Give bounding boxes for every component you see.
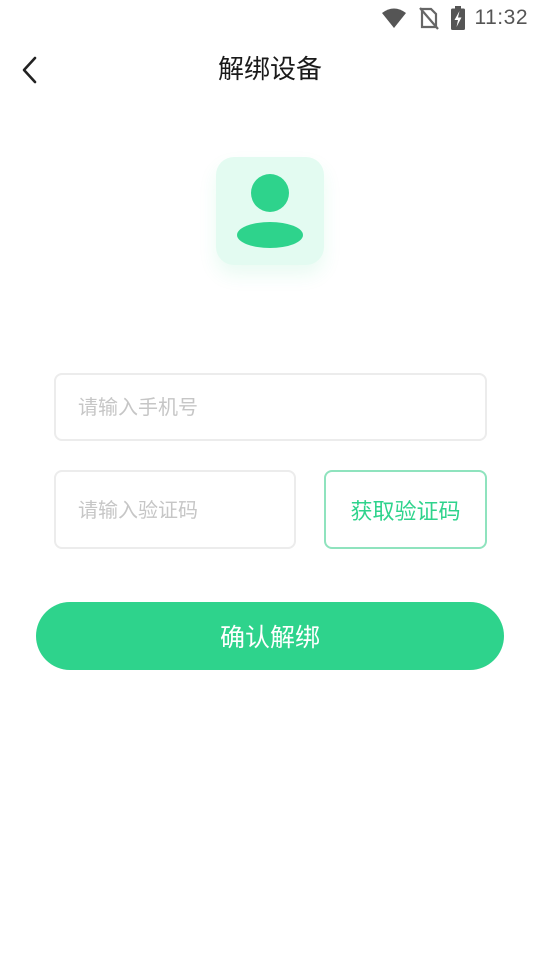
user-avatar-icon bbox=[216, 157, 324, 265]
code-field bbox=[54, 470, 296, 549]
phone-input[interactable] bbox=[56, 375, 485, 439]
wifi-icon bbox=[381, 7, 407, 29]
status-icons: 11:32 bbox=[381, 4, 529, 32]
phone-field bbox=[54, 373, 487, 441]
avatar bbox=[216, 157, 324, 265]
get-code-button[interactable]: 获取验证码 bbox=[324, 470, 487, 549]
status-bar: 11:32 bbox=[0, 0, 540, 36]
battery-charging-icon bbox=[450, 6, 465, 30]
confirm-unbind-button[interactable]: 确认解绑 bbox=[36, 602, 504, 670]
code-input[interactable] bbox=[56, 472, 294, 547]
no-sim-icon bbox=[418, 6, 439, 30]
page-title: 解绑设备 bbox=[217, 55, 322, 85]
status-time: 11:32 bbox=[474, 6, 528, 29]
nav-bar: 解绑设备 bbox=[0, 44, 540, 96]
